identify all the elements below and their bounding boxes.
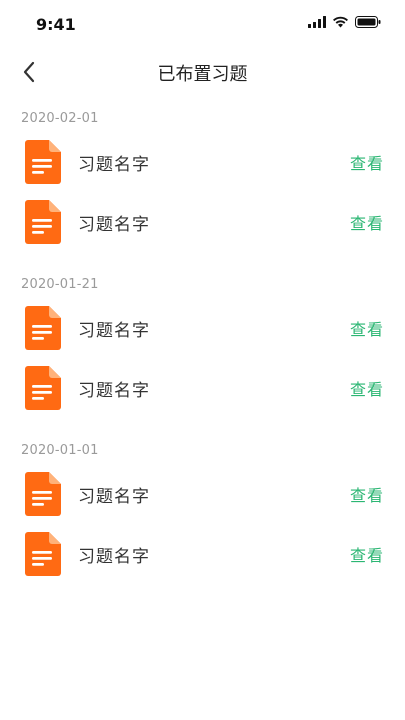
exercise-name: 习题名字 xyxy=(78,155,150,175)
exercise-name: 习题名字 xyxy=(78,215,150,235)
battery-icon xyxy=(355,16,381,28)
document-icon xyxy=(25,200,61,244)
document-icon xyxy=(25,306,61,350)
view-button[interactable]: 查看 xyxy=(350,150,384,174)
view-button[interactable]: 查看 xyxy=(350,542,384,566)
signal-icon xyxy=(308,16,326,28)
exercise-name: 习题名字 xyxy=(78,381,150,401)
exercise-name: 习题名字 xyxy=(78,487,150,507)
exercise-item[interactable]: 习题名字 查看 xyxy=(0,520,405,580)
date-group: 2020-02-01 习题名字 查看 习题名字 查看 xyxy=(0,110,405,248)
document-icon xyxy=(25,366,61,410)
exercise-item[interactable]: 习题名字 查看 xyxy=(0,188,405,248)
group-date: 2020-02-01 xyxy=(21,111,99,126)
exercise-item[interactable]: 习题名字 查看 xyxy=(0,294,405,354)
exercise-name: 习题名字 xyxy=(78,547,150,567)
document-icon xyxy=(25,472,61,516)
group-date: 2020-01-01 xyxy=(21,443,99,458)
view-button[interactable]: 查看 xyxy=(350,482,384,506)
wifi-icon xyxy=(333,16,348,28)
status-time: 9:41 xyxy=(36,15,76,34)
page-title: 已布置习题 xyxy=(157,64,248,85)
exercise-list: 2020-02-01 习题名字 查看 习题名字 查看 2020-01-21 习题… xyxy=(0,110,405,608)
date-group: 2020-01-01 习题名字 查看 习题名字 查看 xyxy=(0,442,405,580)
exercise-item[interactable]: 习题名字 查看 xyxy=(0,460,405,520)
group-date: 2020-01-21 xyxy=(21,277,99,292)
status-icons xyxy=(308,16,381,28)
document-icon xyxy=(25,140,61,184)
document-icon xyxy=(25,532,61,576)
view-button[interactable]: 查看 xyxy=(350,316,384,340)
nav-bar: 已布置习题 xyxy=(0,50,405,94)
date-group: 2020-01-21 习题名字 查看 习题名字 查看 xyxy=(0,276,405,414)
view-button[interactable]: 查看 xyxy=(350,210,384,234)
exercise-name: 习题名字 xyxy=(78,321,150,341)
status-bar: 9:41 xyxy=(0,0,405,50)
exercise-item[interactable]: 习题名字 查看 xyxy=(0,354,405,414)
view-button[interactable]: 查看 xyxy=(350,376,384,400)
exercise-item[interactable]: 习题名字 查看 xyxy=(0,128,405,188)
